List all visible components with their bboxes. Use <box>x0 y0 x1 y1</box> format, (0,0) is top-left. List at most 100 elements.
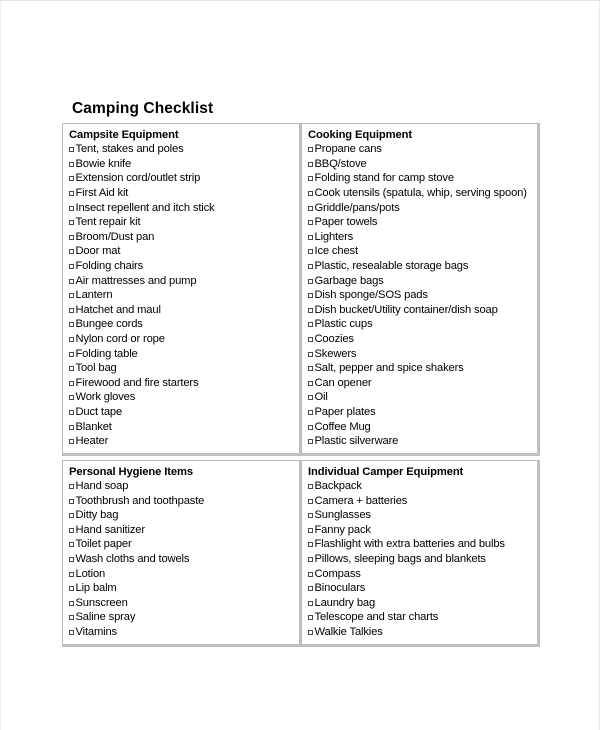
checklist-item[interactable]: Tool bag <box>69 361 296 376</box>
checklist-item[interactable]: Broom/Dust pan <box>69 230 296 245</box>
checkbox-icon[interactable] <box>308 176 313 182</box>
checkbox-icon[interactable] <box>69 557 74 563</box>
checklist-item[interactable]: Flashlight with extra batteries and bulb… <box>308 537 534 552</box>
checkbox-icon[interactable] <box>308 424 313 430</box>
checkbox-icon[interactable] <box>308 484 313 490</box>
checklist-item[interactable]: Backpack <box>308 479 534 494</box>
checklist-item[interactable]: Laundry bag <box>308 596 534 611</box>
checkbox-icon[interactable] <box>69 220 74 226</box>
checkbox-icon[interactable] <box>69 513 74 519</box>
checkbox-icon[interactable] <box>69 380 74 386</box>
checklist-item[interactable]: Insect repellent and itch stick <box>69 201 296 216</box>
checkbox-icon[interactable] <box>69 147 74 153</box>
checkbox-icon[interactable] <box>308 161 313 167</box>
checkbox-icon[interactable] <box>69 249 74 255</box>
checklist-item[interactable]: Hand sanitizer <box>69 523 296 538</box>
checklist-item[interactable]: Dish sponge/SOS pads <box>308 288 534 303</box>
checklist-item[interactable]: Paper towels <box>308 215 534 230</box>
checklist-item[interactable]: Bungee cords <box>69 317 296 332</box>
checklist-item[interactable]: Ice chest <box>308 244 534 259</box>
checklist-item[interactable]: Toothbrush and toothpaste <box>69 494 296 509</box>
checkbox-icon[interactable] <box>69 307 74 313</box>
checklist-item[interactable]: Walkie Talkies <box>308 625 534 640</box>
checklist-item[interactable]: Plastic, resealable storage bags <box>308 259 534 274</box>
checkbox-icon[interactable] <box>69 571 74 577</box>
checklist-item[interactable]: Saline spray <box>69 610 296 625</box>
checkbox-icon[interactable] <box>69 439 74 445</box>
checkbox-icon[interactable] <box>69 409 74 415</box>
checkbox-icon[interactable] <box>69 366 74 372</box>
checklist-item[interactable]: Toilet paper <box>69 537 296 552</box>
checklist-item[interactable]: Folding chairs <box>69 259 296 274</box>
checkbox-icon[interactable] <box>308 307 313 313</box>
checklist-item[interactable]: Door mat <box>69 244 296 259</box>
checkbox-icon[interactable] <box>69 205 74 211</box>
checklist-item[interactable]: Dish bucket/Utility container/dish soap <box>308 303 534 318</box>
checklist-item[interactable]: Oil <box>308 390 534 405</box>
checkbox-icon[interactable] <box>308 542 313 548</box>
checkbox-icon[interactable] <box>69 600 74 606</box>
checklist-item[interactable]: Firewood and fire starters <box>69 376 296 391</box>
checkbox-icon[interactable] <box>308 293 313 299</box>
checkbox-icon[interactable] <box>69 586 74 592</box>
checkbox-icon[interactable] <box>308 600 313 606</box>
checklist-item[interactable]: Skewers <box>308 347 534 362</box>
checklist-item[interactable]: Nylon cord or rope <box>69 332 296 347</box>
checkbox-icon[interactable] <box>69 337 74 343</box>
checklist-item[interactable]: Heater <box>69 434 296 449</box>
checkbox-icon[interactable] <box>69 527 74 533</box>
checkbox-icon[interactable] <box>69 322 74 328</box>
checklist-item[interactable]: Plastic silverware <box>308 434 534 449</box>
checkbox-icon[interactable] <box>308 395 313 401</box>
checklist-item[interactable]: Camera + batteries <box>308 494 534 509</box>
checklist-item[interactable]: Binoculars <box>308 581 534 596</box>
checkbox-icon[interactable] <box>308 630 313 635</box>
checkbox-icon[interactable] <box>69 176 74 182</box>
checklist-item[interactable]: Propane cans <box>308 142 534 157</box>
checkbox-icon[interactable] <box>69 542 74 548</box>
checklist-item[interactable]: Folding table <box>69 347 296 362</box>
checklist-item[interactable]: Sunglasses <box>308 508 534 523</box>
checklist-item[interactable]: Lip balm <box>69 581 296 596</box>
checkbox-icon[interactable] <box>308 337 313 343</box>
checklist-item[interactable]: Tent, stakes and poles <box>69 142 296 157</box>
checkbox-icon[interactable] <box>69 395 74 401</box>
checklist-item[interactable]: Extension cord/outlet strip <box>69 171 296 186</box>
checklist-item[interactable]: Air mattresses and pump <box>69 274 296 289</box>
checklist-item[interactable]: Vitamins <box>69 625 296 640</box>
checkbox-icon[interactable] <box>308 205 313 211</box>
checkbox-icon[interactable] <box>308 513 313 519</box>
checkbox-icon[interactable] <box>308 234 313 240</box>
checkbox-icon[interactable] <box>69 484 74 490</box>
checklist-item[interactable]: Folding stand for camp stove <box>308 171 534 186</box>
checklist-item[interactable]: Griddle/pans/pots <box>308 201 534 216</box>
checklist-item[interactable]: Coozies <box>308 332 534 347</box>
checkbox-icon[interactable] <box>69 424 74 430</box>
checkbox-icon[interactable] <box>308 439 313 445</box>
checkbox-icon[interactable] <box>69 351 74 357</box>
checklist-item[interactable]: Work gloves <box>69 390 296 405</box>
checklist-item[interactable]: Duct tape <box>69 405 296 420</box>
checklist-item[interactable]: Cook utensils (spatula, whip, serving sp… <box>308 186 534 201</box>
checkbox-icon[interactable] <box>308 380 313 386</box>
checklist-item[interactable]: Hatchet and maul <box>69 303 296 318</box>
checkbox-icon[interactable] <box>69 278 74 284</box>
checklist-item[interactable]: BBQ/stove <box>308 157 534 172</box>
checkbox-icon[interactable] <box>69 234 74 240</box>
checklist-item[interactable]: Bowie knife <box>69 157 296 172</box>
checklist-item[interactable]: Sunscreen <box>69 596 296 611</box>
checkbox-icon[interactable] <box>308 264 313 270</box>
checkbox-icon[interactable] <box>308 571 313 577</box>
checklist-item[interactable]: Salt, pepper and spice shakers <box>308 361 534 376</box>
checklist-item[interactable]: Plastic cups <box>308 317 534 332</box>
checkbox-icon[interactable] <box>308 191 313 197</box>
checkbox-icon[interactable] <box>308 527 313 533</box>
checkbox-icon[interactable] <box>308 147 313 153</box>
checklist-item[interactable]: Lantern <box>69 288 296 303</box>
checkbox-icon[interactable] <box>69 264 74 270</box>
checkbox-icon[interactable] <box>308 498 313 504</box>
checkbox-icon[interactable] <box>308 586 313 592</box>
checkbox-icon[interactable] <box>308 366 313 372</box>
checkbox-icon[interactable] <box>308 322 313 328</box>
checklist-item[interactable]: Can opener <box>308 376 534 391</box>
